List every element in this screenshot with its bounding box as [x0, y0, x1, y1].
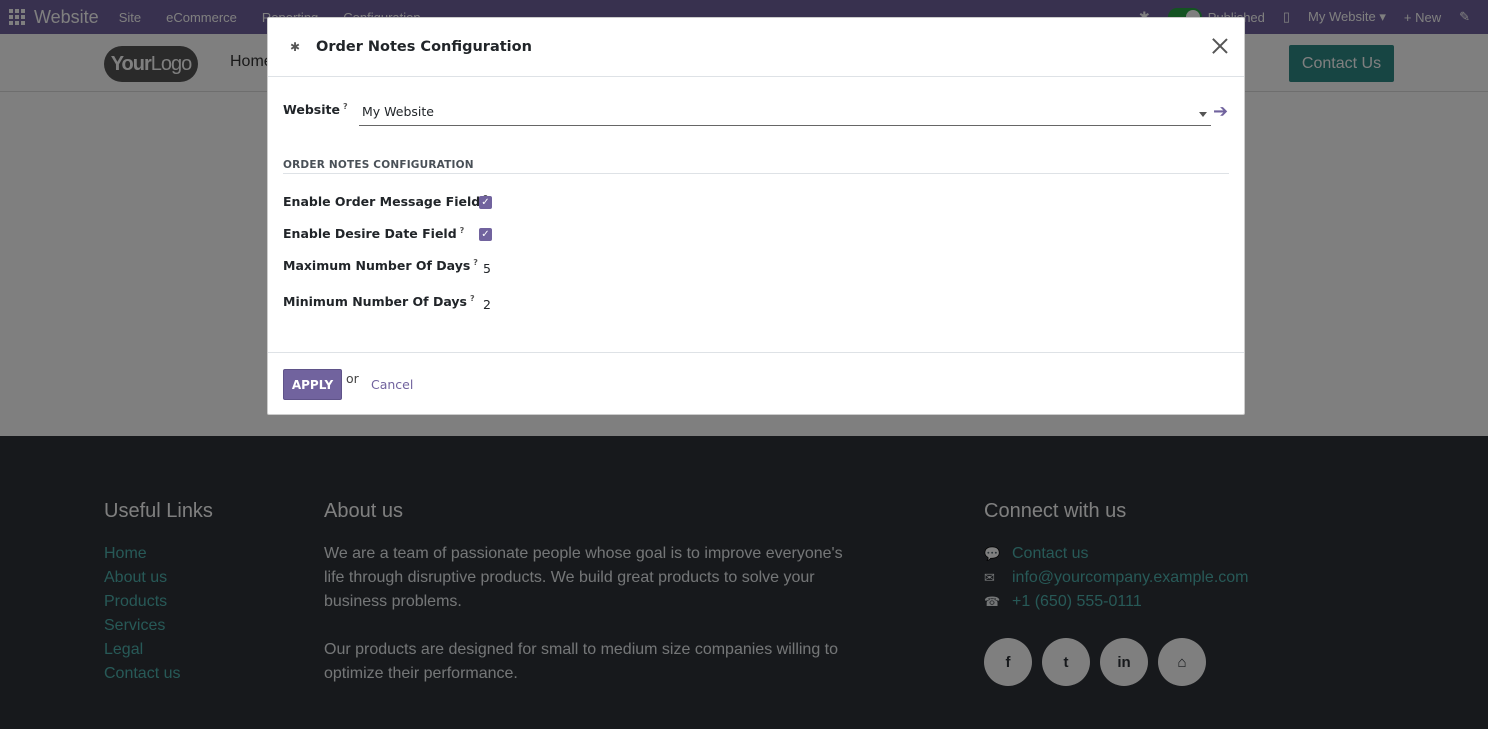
website-select-value: My Website — [362, 104, 434, 119]
enable-message-checkbox[interactable]: ✓ — [479, 196, 492, 209]
close-icon[interactable] — [1210, 36, 1230, 56]
or-text: or — [346, 371, 359, 386]
chevron-down-icon[interactable] — [1199, 112, 1207, 117]
modal-footer: APPLY or Cancel — [268, 352, 1244, 415]
max-days-input[interactable]: 5 — [483, 261, 491, 276]
enable-message-label: Enable Order Message Field? — [283, 194, 488, 210]
min-days-input[interactable]: 2 — [483, 297, 491, 312]
modal-title: Order Notes Configuration — [316, 39, 532, 55]
section-title: ORDER NOTES CONFIGURATION — [283, 159, 1229, 174]
order-notes-config-dialog: ✱ Order Notes Configuration Website? My … — [267, 17, 1245, 415]
bug-icon: ✱ — [289, 40, 301, 54]
enable-date-label: Enable Desire Date Field? — [283, 226, 465, 242]
website-label: Website? — [283, 102, 348, 118]
max-days-label: Maximum Number Of Days? — [283, 258, 478, 274]
modal-header: ✱ Order Notes Configuration — [268, 18, 1244, 77]
min-days-label: Minimum Number Of Days? — [283, 294, 475, 310]
website-select-field[interactable]: My Website — [359, 102, 1211, 126]
apply-button[interactable]: APPLY — [283, 369, 342, 400]
internal-link-arrow-icon[interactable]: ➔ — [1213, 103, 1231, 121]
enable-date-checkbox[interactable]: ✓ — [479, 228, 492, 241]
cancel-button[interactable]: Cancel — [371, 377, 413, 392]
